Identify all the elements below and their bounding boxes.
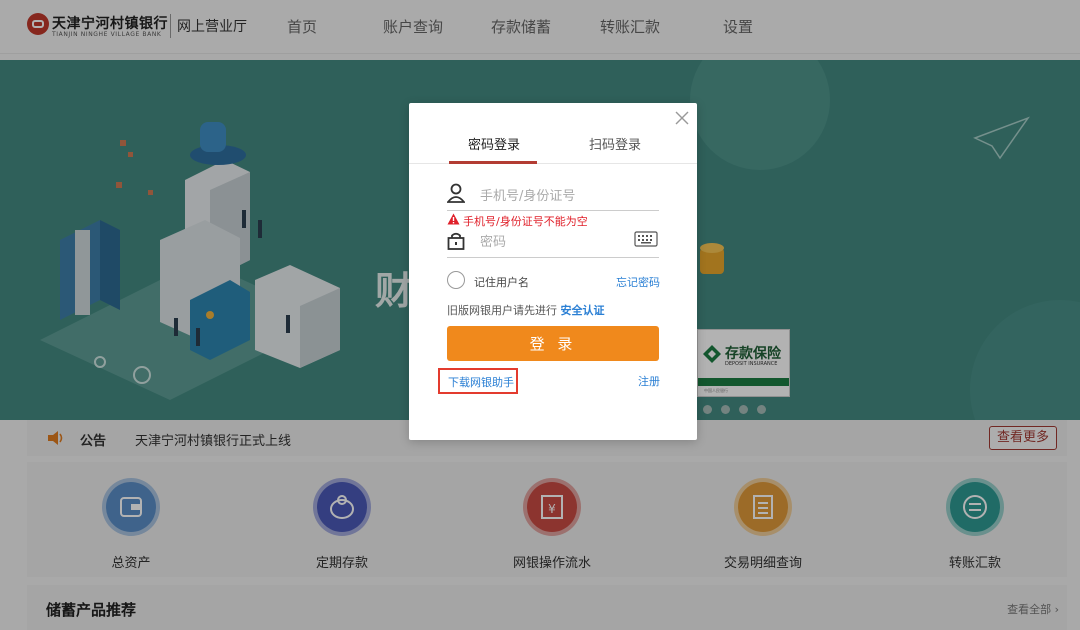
- password-underline: [447, 257, 659, 258]
- download-banking-assistant-link[interactable]: 下载网银助手: [438, 368, 518, 394]
- forgot-password-link[interactable]: 忘记密码: [616, 274, 660, 290]
- password-input[interactable]: [478, 231, 632, 253]
- username-error-message: 手机号/身份证号不能为空: [463, 215, 588, 228]
- legacy-user-notice: 旧版网银用户请先进行 安全认证: [447, 302, 605, 318]
- warning-icon: [447, 213, 460, 225]
- remember-username-label: 记住用户名: [474, 276, 529, 289]
- login-button[interactable]: 登 录: [447, 326, 659, 361]
- close-icon[interactable]: [674, 110, 690, 126]
- user-icon: [447, 183, 465, 203]
- username-underline: [447, 210, 659, 211]
- tab-qr-login[interactable]: 扫码登录: [589, 134, 641, 153]
- remember-username-checkbox[interactable]: [447, 271, 465, 289]
- login-modal: 密码登录 扫码登录 手机号/身份证号不能为空 记住用户名 忘记密码 旧版网银用户…: [409, 103, 697, 440]
- register-link[interactable]: 注册: [638, 373, 660, 389]
- legacy-user-text: 旧版网银用户请先进行: [447, 304, 557, 317]
- username-input[interactable]: [478, 185, 662, 207]
- keyboard-icon[interactable]: [634, 231, 658, 247]
- active-tab-indicator: [449, 161, 537, 164]
- tab-password-login[interactable]: 密码登录: [468, 134, 520, 153]
- security-auth-link[interactable]: 安全认证: [561, 304, 605, 317]
- lock-icon: [447, 232, 465, 250]
